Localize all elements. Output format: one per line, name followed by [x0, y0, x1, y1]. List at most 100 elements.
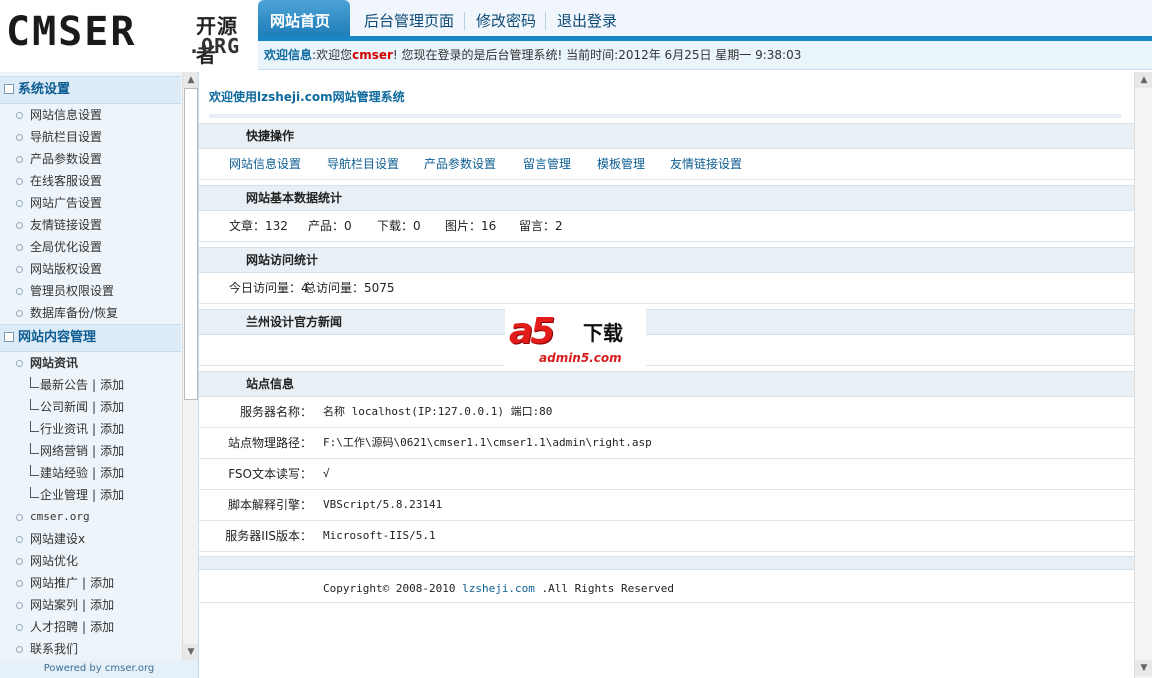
welcome-label: 欢迎信息 [264, 48, 313, 62]
tab-change-password[interactable]: 修改密码 [464, 0, 548, 40]
sidebar-subitem-link[interactable]: 网络营销 [40, 444, 88, 458]
circle-bullet-icon [16, 134, 23, 141]
sidebar-item[interactable]: 在线客服设置 [0, 170, 181, 192]
panel-title: 网站访问统计 [246, 253, 319, 267]
sidebar-subitem: 行业资讯 | 添加 [0, 418, 181, 440]
scroll-thumb[interactable] [184, 88, 198, 400]
sidebar-item-label: 网站建设x [30, 532, 86, 546]
tree-branch-icon [30, 377, 39, 388]
quick-link[interactable]: 模板管理 [597, 149, 645, 179]
minus-icon[interactable] [4, 83, 14, 94]
sidebar-item: 网站案列 | 添加 [0, 594, 181, 616]
sidebar-subitem-link[interactable]: 企业管理 [40, 488, 88, 502]
sidebar-item[interactable]: 数据库备份/恢复 [0, 302, 181, 324]
info-label: 站点物理路径： [227, 436, 312, 450]
logo[interactable]: CMSER 开源者 .ORG [0, 0, 258, 72]
minus-icon[interactable] [4, 331, 14, 342]
separator: | [92, 422, 97, 436]
quick-link[interactable]: 友情链接设置 [670, 149, 742, 179]
info-value: 名称 localhost(IP:127.0.0.1) 端口:80 [323, 405, 553, 418]
circle-bullet-icon [16, 513, 23, 521]
sidebar-subitem-link[interactable]: 最新公告 [40, 378, 88, 392]
sidebar-subitem: 最新公告 | 添加 [0, 374, 181, 396]
sidebar-item[interactable]: 导航栏目设置 [0, 126, 181, 148]
main-scrollbar[interactable]: ▲ ▼ [1134, 72, 1152, 678]
sidebar-item[interactable]: 友情链接设置 [0, 214, 181, 236]
panel-title: 兰州设计官方新闻 [246, 315, 343, 329]
tab-admin[interactable]: 后台管理页面 [352, 0, 466, 40]
panel-head-site: 站点信息 [199, 371, 1134, 397]
add-link[interactable]: 添加 [100, 378, 124, 392]
scroll-down-icon[interactable]: ▼ [183, 644, 198, 660]
sidebar-subitem: 建站经验 | 添加 [0, 462, 181, 484]
panel-head-news: 兰州设计官方新闻 [199, 309, 1134, 335]
circle-bullet-icon [16, 624, 23, 631]
separator: | [82, 576, 87, 590]
sidebar-item[interactable]: 网站信息设置 [0, 104, 181, 126]
sidebar-item-link[interactable]: 人才招聘 [30, 620, 78, 634]
circle-bullet-icon [16, 646, 23, 653]
sidebar-subitem-link[interactable]: 行业资讯 [40, 422, 88, 436]
sidebar-item[interactable]: cmser.org [0, 506, 181, 528]
panel-title: 站点信息 [246, 377, 295, 391]
stat-articles: 文章：132 [229, 219, 288, 233]
sidebar-item-label: 在线客服设置 [30, 174, 103, 188]
quick-link[interactable]: 导航栏目设置 [327, 149, 399, 179]
sidebar-item-label: 网站优化 [30, 554, 79, 568]
add-link[interactable]: 添加 [90, 598, 114, 612]
add-link[interactable]: 添加 [100, 488, 124, 502]
sidebar-item[interactable]: 网站优化 [0, 550, 181, 572]
add-link[interactable]: 添加 [100, 400, 124, 414]
sidebar-item[interactable]: 网站版权设置 [0, 258, 181, 280]
circle-bullet-icon [16, 222, 23, 229]
tab-home[interactable]: 网站首页 [258, 0, 350, 40]
stat-messages: 留言：2 [519, 219, 563, 233]
sidebar-group-news[interactable]: 网站资讯 [0, 352, 181, 374]
add-link[interactable]: 添加 [90, 576, 114, 590]
tree-branch-icon [30, 465, 39, 476]
copyright-text: Copyright© 2008-2010 [323, 582, 463, 595]
tab-logout[interactable]: 退出登录 [545, 0, 629, 40]
sidebar-item[interactable]: 管理员权限设置 [0, 280, 181, 302]
visits-row: 今日访问量：4 总访问量：5075 [199, 273, 1134, 304]
sidebar-item-link[interactable]: 网站推广 [30, 576, 78, 590]
sidebar-section-content[interactable]: 网站内容管理 [0, 324, 181, 352]
stat-images: 图片：16 [445, 219, 497, 233]
sidebar-item[interactable]: 联系我们 [0, 638, 181, 660]
circle-bullet-icon [16, 558, 23, 565]
scroll-up-icon[interactable]: ▲ [1135, 72, 1152, 88]
quick-link[interactable]: 留言管理 [523, 149, 571, 179]
sidebar-subitem: 企业管理 | 添加 [0, 484, 181, 506]
sidebar-scrollbar[interactable]: ▲ ▼ [182, 72, 198, 660]
sidebar-item-label: 导航栏目设置 [30, 130, 103, 144]
tree-branch-icon [30, 487, 39, 498]
copyright-link[interactable]: lzsheji.com [462, 582, 535, 595]
scroll-down-icon[interactable]: ▼ [1135, 660, 1152, 676]
info-value: √ [323, 467, 330, 480]
sidebar-item-link[interactable]: 网站案列 [30, 598, 78, 612]
sidebar-item[interactable]: 产品参数设置 [0, 148, 181, 170]
add-link[interactable]: 添加 [100, 444, 124, 458]
panel-head-stats: 网站基本数据统计 [199, 185, 1134, 211]
stat-products: 产品：0 [308, 219, 352, 233]
sidebar-section-system[interactable]: 系统设置 [0, 76, 181, 104]
scroll-up-icon[interactable]: ▲ [183, 72, 198, 88]
add-link[interactable]: 添加 [100, 466, 124, 480]
sidebar-item[interactable]: 全局优化设置 [0, 236, 181, 258]
sidebar-subitem-link[interactable]: 公司新闻 [40, 400, 88, 414]
sidebar-item[interactable]: 网站建设x [0, 528, 181, 550]
panel-title: 网站基本数据统计 [246, 191, 343, 205]
quick-link[interactable]: 产品参数设置 [424, 149, 496, 179]
add-link[interactable]: 添加 [90, 620, 114, 634]
top-nav: 网站首页 后台管理页面 修改密码 退出登录 [258, 0, 1152, 40]
stat-today-visits: 今日访问量：4 [229, 281, 309, 295]
separator: | [92, 400, 97, 414]
sidebar-subitem-link[interactable]: 建站经验 [40, 466, 88, 480]
title-divider [209, 114, 1121, 118]
sidebar-item[interactable]: 网站广告设置 [0, 192, 181, 214]
panel-title: 快捷操作 [246, 129, 295, 143]
sidebar-section-label: 网站内容管理 [18, 330, 97, 345]
quick-link[interactable]: 网站信息设置 [229, 149, 301, 179]
watermark-logo: a5 [509, 311, 555, 352]
add-link[interactable]: 添加 [100, 422, 124, 436]
